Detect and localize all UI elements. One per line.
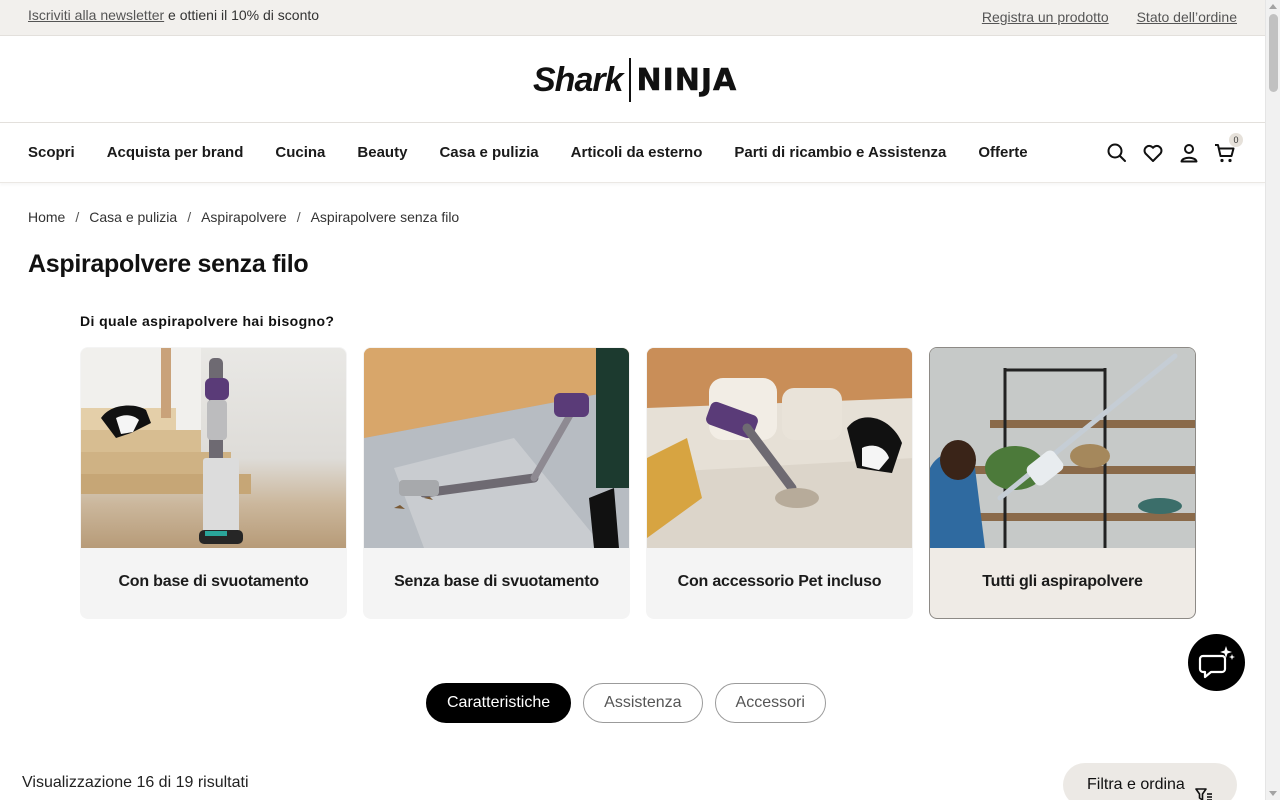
breadcrumb-aspirapolvere[interactable]: Aspirapolvere [201,209,287,225]
card-all[interactable]: Tutti gli aspirapolvere [929,347,1196,619]
card-without-dock[interactable]: Senza base di svuotamento [363,347,630,619]
breadcrumb: Home / Casa e pulizia / Aspirapolvere / … [28,209,459,225]
card-label: Con accessorio Pet incluso [677,573,882,590]
scrollbar-thumb[interactable] [1269,14,1278,92]
main-nav: Scopri Acquista per brand Cucina Beauty … [0,123,1265,183]
category-cards: Con base di svuotamento Senza base di sv… [80,347,1196,619]
nav-item-brand[interactable]: Acquista per brand [107,144,244,161]
card-with-dock[interactable]: Con base di svuotamento [80,347,347,619]
page-scrollbar[interactable] [1265,0,1280,800]
content-tabs: Caratteristiche Assistenza Accessori [426,683,838,723]
scroll-down-arrow[interactable] [1269,791,1277,796]
nav-item-offerte[interactable]: Offerte [978,144,1027,161]
vacuum-question: Di quale aspirapolvere hai bisogno? [80,313,335,329]
nav-item-esterno[interactable]: Articoli da esterno [571,144,703,161]
breadcrumb-casa[interactable]: Casa e pulizia [89,209,177,225]
logo-divider [628,58,631,102]
filter-label: Filtra e ordina [1087,776,1185,793]
logo-header: Shark NINJA [0,36,1265,123]
filter-icon [1195,777,1213,800]
page-title: Aspirapolvere senza filo [28,250,309,278]
nav-item-ricambi[interactable]: Parti di ricambio e Assistenza [734,144,946,161]
sharkninja-logo[interactable]: Shark NINJA [533,56,737,104]
chat-ai-icon [1188,646,1245,695]
breadcrumb-separator: / [296,209,301,225]
heart-icon[interactable] [1141,141,1165,165]
breadcrumb-separator: / [187,209,192,225]
cart-icon[interactable]: 0 [1213,133,1243,165]
promo-bar: Iscriviti alla newsletter e ottieni il 1… [0,0,1265,36]
chat-assistant-button[interactable] [1188,634,1245,691]
results-count: Visualizzazione 16 di 19 risultati [22,774,249,791]
order-status-link[interactable]: Stato dell’ordine [1137,9,1237,25]
breadcrumb-separator: / [75,209,80,225]
card-label: Tutti gli aspirapolvere [982,573,1143,590]
register-product-link[interactable]: Registra un prodotto [982,9,1109,25]
nav-icons: 0 [1093,133,1243,165]
nav-item-cucina[interactable]: Cucina [275,144,325,161]
promo-links: Registra un prodotto Stato dell’ordine [958,9,1237,25]
newsletter-text: e ottieni il 10% di sconto [164,7,320,23]
account-icon[interactable] [1177,141,1201,165]
nav-item-beauty[interactable]: Beauty [357,144,407,161]
logo-ninja: NINJA [636,62,738,98]
tab-accessori[interactable]: Accessori [714,683,826,723]
card-image-sofa [647,348,912,548]
promo-newsletter: Iscriviti alla newsletter e ottieni il 1… [28,7,319,23]
card-image-shelf [930,348,1195,548]
breadcrumb-home[interactable]: Home [28,209,65,225]
tab-caratteristiche[interactable]: Caratteristiche [426,683,572,723]
card-label: Con base di svuotamento [118,573,309,590]
card-image-rug [364,348,629,548]
breadcrumb-current: Aspirapolvere senza filo [310,209,460,225]
nav-item-casa[interactable]: Casa e pulizia [439,144,538,161]
nav-item-scopri[interactable]: Scopri [28,144,75,161]
newsletter-link[interactable]: Iscriviti alla newsletter [28,7,164,23]
filter-sort-button[interactable]: Filtra e ordina [1063,763,1237,800]
tab-assistenza[interactable]: Assistenza [583,683,703,723]
logo-shark: Shark [533,60,623,99]
cart-count-badge: 0 [1229,133,1243,147]
card-pet[interactable]: Con accessorio Pet incluso [646,347,913,619]
scroll-up-arrow[interactable] [1269,4,1277,9]
card-label: Senza base di svuotamento [394,573,599,590]
nav-menu: Scopri Acquista per brand Cucina Beauty … [28,144,1060,161]
search-icon[interactable] [1105,141,1129,165]
card-image-stairs [81,348,346,548]
